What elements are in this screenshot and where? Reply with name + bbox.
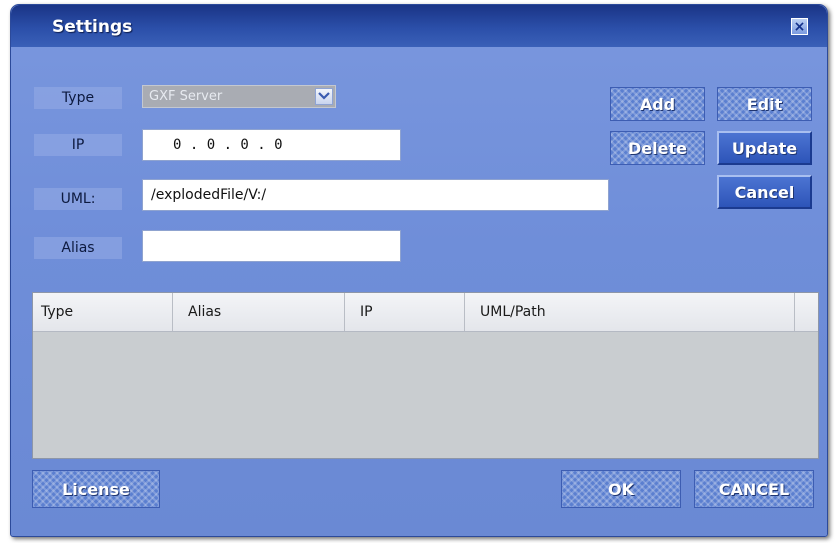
dialog-title: Settings bbox=[52, 17, 133, 37]
settings-dialog: Settings × Type GXF Server IP 0 . 0 . 0 … bbox=[10, 4, 828, 537]
ip-field[interactable]: 0 . 0 . 0 . 0 bbox=[142, 129, 401, 161]
server-table[interactable]: Type Alias IP UML/Path bbox=[32, 292, 819, 459]
column-header-uml-path[interactable]: UML/Path bbox=[465, 293, 795, 331]
uml-field[interactable]: /explodedFile/V:/ bbox=[142, 179, 609, 211]
type-label: Type bbox=[34, 87, 122, 109]
delete-button[interactable]: Delete bbox=[610, 131, 705, 165]
column-header-type[interactable]: Type bbox=[33, 293, 173, 331]
type-select[interactable]: GXF Server bbox=[142, 85, 336, 108]
close-icon: × bbox=[793, 19, 806, 35]
add-button[interactable]: Add bbox=[610, 87, 705, 121]
column-header-ip[interactable]: IP bbox=[345, 293, 465, 331]
title-bar[interactable]: Settings × bbox=[11, 5, 827, 47]
table-header: Type Alias IP UML/Path bbox=[33, 293, 818, 332]
ok-button[interactable]: OK bbox=[561, 470, 681, 508]
type-select-value: GXF Server bbox=[149, 89, 223, 104]
uml-label: UML: bbox=[34, 188, 122, 210]
chevron-down-icon[interactable] bbox=[315, 88, 333, 105]
ip-label: IP bbox=[34, 134, 122, 156]
table-body[interactable] bbox=[33, 331, 818, 458]
alias-label: Alias bbox=[34, 237, 122, 259]
close-button[interactable]: × bbox=[791, 18, 808, 35]
cancel-button[interactable]: Cancel bbox=[717, 175, 812, 209]
edit-button[interactable]: Edit bbox=[717, 87, 812, 121]
alias-field[interactable] bbox=[142, 230, 401, 262]
cancel-dialog-button[interactable]: CANCEL bbox=[694, 470, 814, 508]
column-header-alias[interactable]: Alias bbox=[173, 293, 345, 331]
update-button[interactable]: Update bbox=[717, 131, 812, 165]
license-button[interactable]: License bbox=[32, 470, 160, 508]
